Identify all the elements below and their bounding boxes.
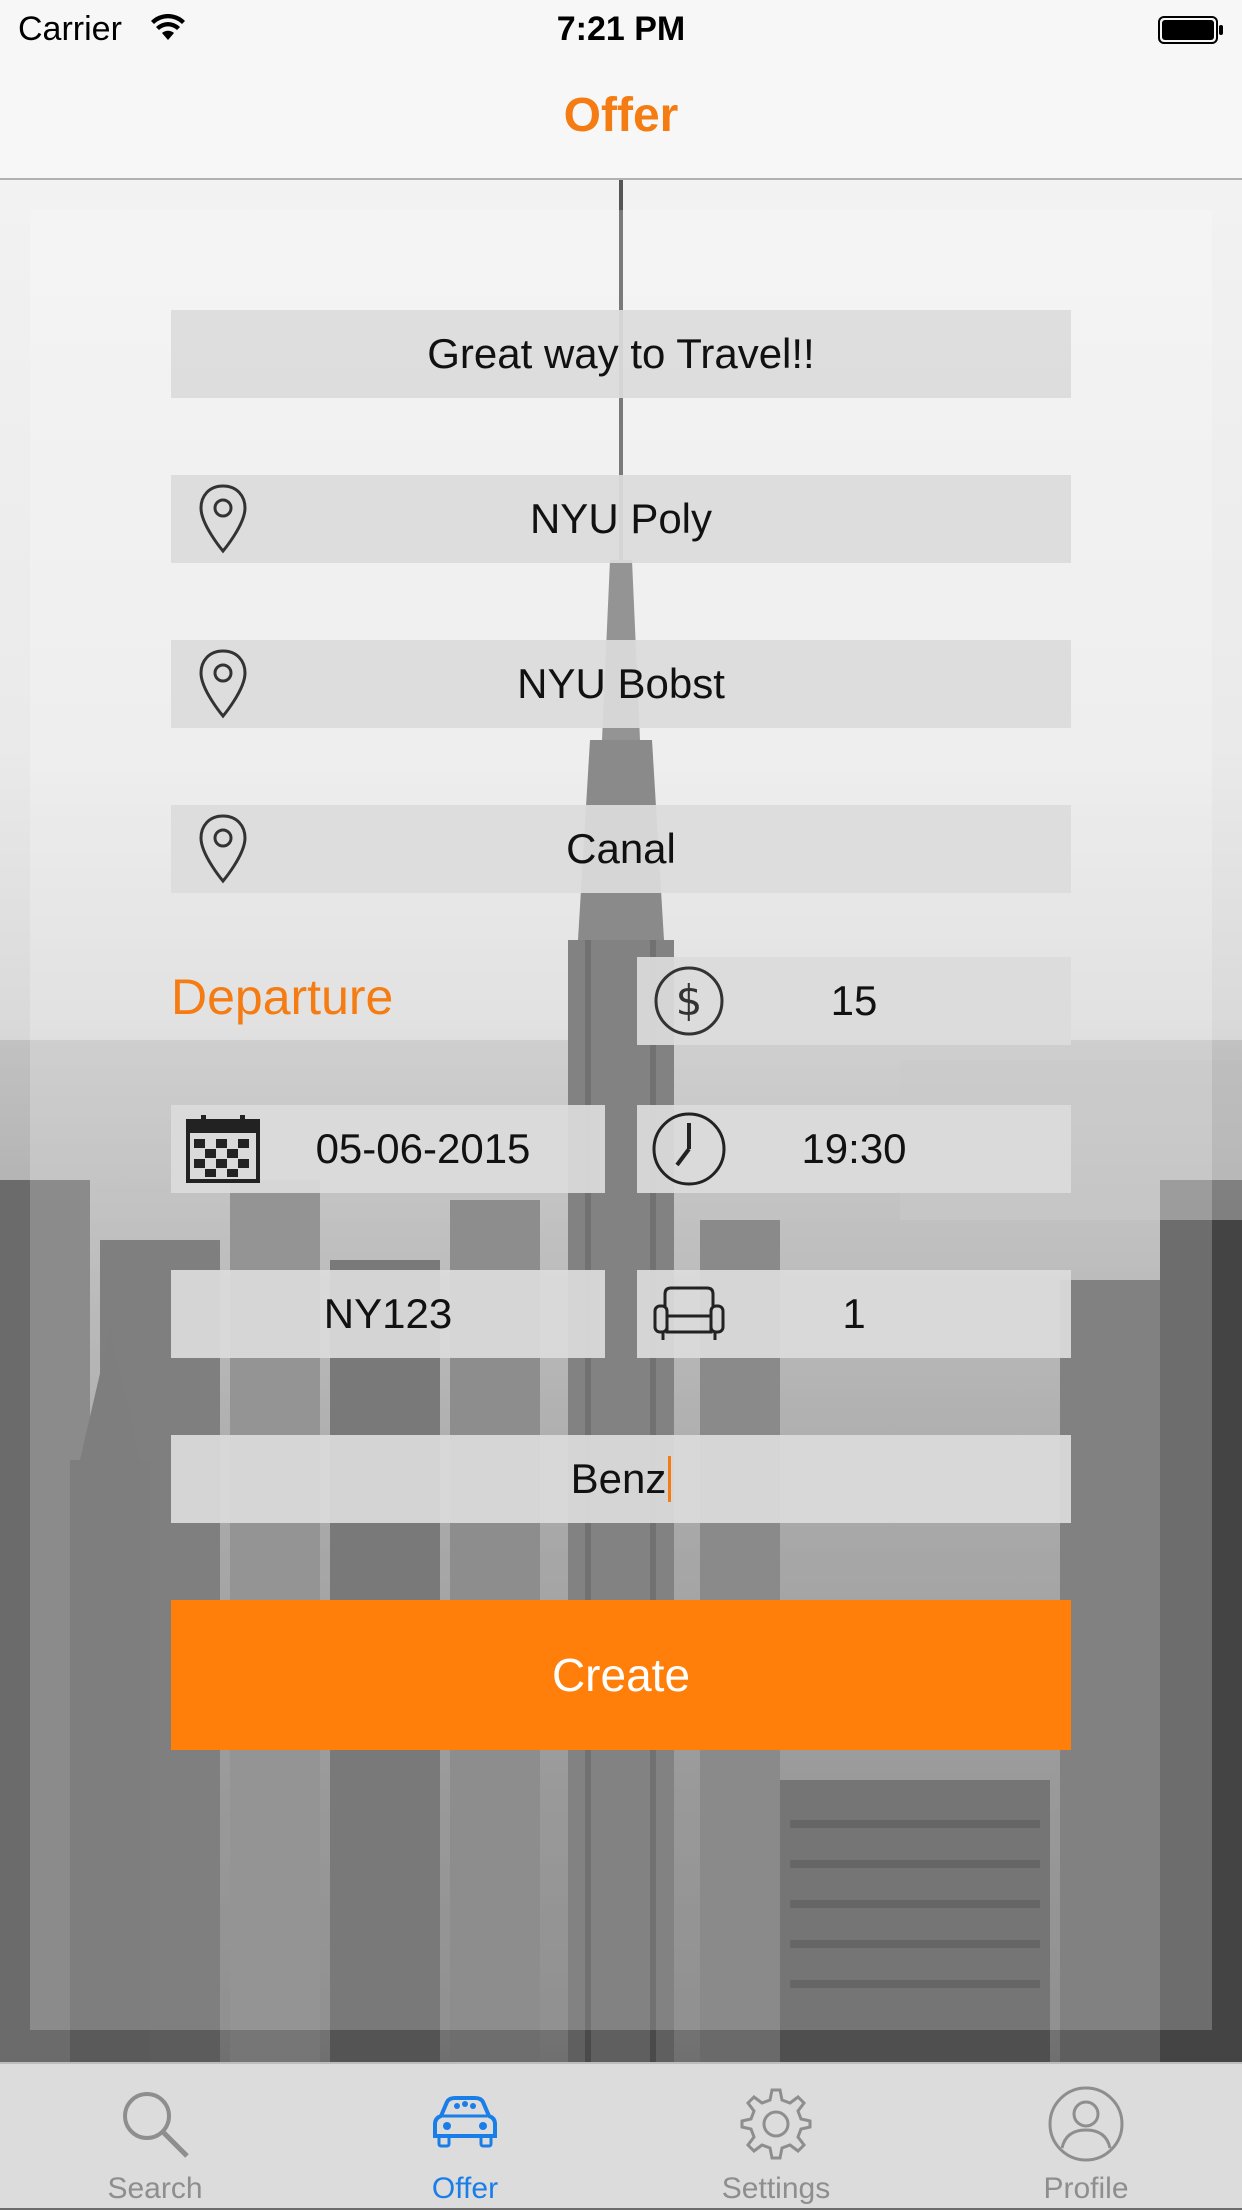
gear-icon — [740, 2088, 812, 2160]
tab-label: Search — [107, 2172, 203, 2205]
text-caret — [668, 1456, 672, 1502]
seats-value: 1 — [842, 1290, 866, 1337]
plate-field[interactable]: NY123 — [171, 1270, 605, 1358]
plate-value: NY123 — [323, 1290, 453, 1337]
origin-field[interactable]: NYU Poly — [171, 475, 1071, 563]
armchair-icon — [649, 1278, 729, 1350]
tab-settings[interactable]: Settings — [621, 2064, 931, 2210]
car-value: Benz — [570, 1455, 667, 1502]
clock-time: 7:21 PM — [556, 10, 686, 48]
date-value: 05-06-2015 — [315, 1125, 531, 1172]
person-icon — [1048, 2086, 1124, 2162]
map-pin-icon — [183, 648, 263, 720]
destination-field[interactable]: NYU Bobst — [171, 640, 1071, 728]
tab-offer[interactable]: Offer — [310, 2064, 620, 2210]
navigation-bar: Offer — [0, 60, 1242, 180]
time-field[interactable]: 19:30 — [637, 1105, 1071, 1193]
tab-bar: Search Offer Settings Profile — [0, 2062, 1242, 2208]
origin-value: NYU Poly — [529, 495, 713, 542]
date-field[interactable]: 05-06-2015 — [171, 1105, 605, 1193]
dollar-icon: $ — [649, 965, 729, 1037]
page-title: Offer — [563, 89, 679, 142]
stop-value: Canal — [566, 825, 676, 872]
price-value: 15 — [830, 977, 878, 1024]
create-button[interactable]: Create — [171, 1600, 1071, 1750]
tab-label: Offer — [431, 2172, 499, 2205]
tab-label: Settings — [721, 2172, 831, 2205]
battery-icon — [1158, 16, 1223, 44]
tab-search[interactable]: Search — [0, 2064, 310, 2210]
map-pin-icon — [183, 813, 263, 885]
tagline-text: Great way to Travel!! — [427, 330, 815, 377]
clock-icon — [649, 1112, 729, 1186]
calendar-icon — [183, 1113, 263, 1185]
car-icon — [433, 2096, 497, 2148]
search-icon — [123, 2092, 189, 2158]
departure-label: Departure — [171, 969, 394, 1025]
time-value: 19:30 — [801, 1125, 907, 1172]
tab-profile[interactable]: Profile — [931, 2064, 1241, 2210]
map-pin-icon — [183, 483, 263, 555]
price-field[interactable]: $ 15 — [637, 957, 1071, 1045]
svg-text:$: $ — [676, 976, 703, 1025]
destination-value: NYU Bobst — [517, 660, 725, 707]
car-field[interactable]: Benz — [171, 1435, 1071, 1523]
status-bar: Carrier 7:21 PM — [0, 0, 1242, 60]
tagline-field[interactable]: Great way to Travel!! — [171, 310, 1071, 398]
stop-field[interactable]: Canal — [171, 805, 1071, 893]
tab-label: Profile — [1043, 2172, 1129, 2205]
seats-field[interactable]: 1 — [637, 1270, 1071, 1358]
